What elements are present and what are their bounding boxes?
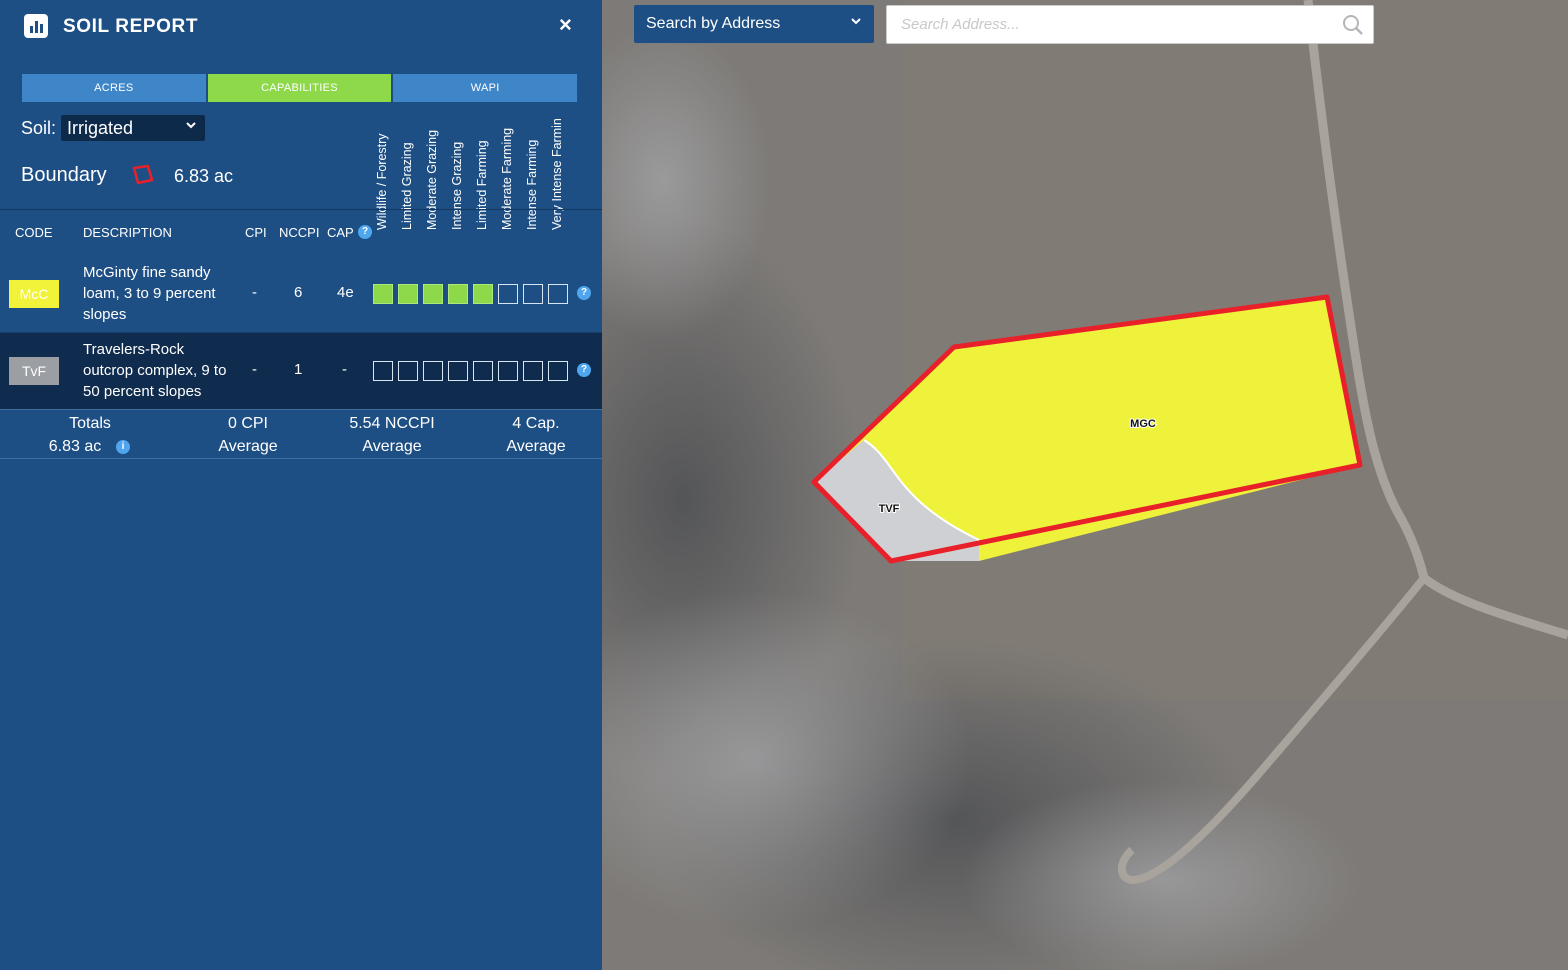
close-icon[interactable]: × [559,12,572,38]
boundary-polygon-icon [131,164,155,191]
map-canvas[interactable]: MGC TVF [602,0,1568,970]
soil-label: Soil: [21,118,57,138]
soil-description: Travelers-Rock outcrop complex, 9 to 50 … [83,341,227,400]
soil-nccpi: 1 [294,361,303,378]
capability-square-empty [548,361,568,381]
cap-help-icon[interactable]: ? [358,225,372,239]
soil-report-panel: SOIL REPORT × ACRES CAPABILITIES WAPI So… [0,0,602,970]
soil-description: McGinty fine sandy loam, 3 to 9 percent … [83,264,216,323]
tab-capabilities[interactable]: CAPABILITIES [207,74,392,102]
info-icon[interactable]: i [116,440,130,454]
address-mode-value: Search by Address [646,15,781,32]
totals-cpi-sub: Average [218,438,278,455]
capability-header: Intense Grazing [450,141,464,230]
boundary-label: Boundary [21,164,107,186]
totals-row: Totals 6.83 ac i 0 CPI Average 5.54 NCCP… [0,410,602,458]
capability-square-filled [373,284,393,304]
row-help-icon[interactable]: ? [577,286,591,300]
chevron-down-icon [185,119,197,134]
soil-cpi: - [252,284,257,301]
panel-header: SOIL REPORT × [0,0,602,52]
divider [0,209,602,210]
chevron-down-icon [850,15,862,30]
totals-label: Totals [69,415,111,432]
capability-square-filled [448,284,468,304]
capability-header: Moderate Grazing [425,129,439,230]
capability-square-filled [398,284,418,304]
bar-chart-icon [24,14,48,38]
capability-header: Limited Farming [475,140,489,230]
soil-cap: - [342,361,347,378]
boundary-acres: 6.83 ac [174,166,234,186]
capability-square-empty [373,361,393,381]
map-label-tvf: TVF [879,503,900,515]
capability-square-filled [473,284,493,304]
search-icon[interactable] [1342,14,1364,41]
map-label-mcc: MGC [1130,418,1156,430]
report-tabs: ACRES CAPABILITIES WAPI [22,74,578,102]
capability-squares [373,361,568,381]
capability-square-empty [448,361,468,381]
satellite-map[interactable]: MGC TVF Search by Address [602,0,1568,970]
capability-header: Limited Grazing [400,142,414,230]
column-header-code: CODE [15,225,53,240]
totals-cap: 4 Cap. [512,415,560,432]
soil-cap: 4e [337,284,354,301]
divider [0,409,602,410]
capability-headers: Wildlife / Forestry Limited Grazing Mode… [371,110,571,244]
soil-type-value: Irrigated [67,117,134,138]
totals-nccpi: 5.54 NCCPI [349,415,435,432]
capability-header: Wildlife / Forestry [375,133,389,230]
capability-square-empty [473,361,493,381]
capability-header: Very Intense Farmin [550,118,564,230]
totals-nccpi-sub: Average [362,438,422,455]
soil-code-badge: TvF [9,357,59,385]
capability-square-empty [523,361,543,381]
totals-cap-sub: Average [506,438,566,455]
address-search-input[interactable] [886,5,1374,44]
panel-title: SOIL REPORT [63,16,199,37]
capability-square-filled [423,284,443,304]
address-mode-select[interactable]: Search by Address [634,5,874,43]
soil-type-select[interactable]: Irrigated [61,115,205,141]
soil-row[interactable]: McC McGinty fine sandy loam, 3 to 9 perc… [0,256,602,332]
soil-row[interactable]: TvF Travelers-Rock outcrop complex, 9 to… [0,333,602,409]
capability-header: Moderate Farming [500,127,514,230]
capability-square-empty [423,361,443,381]
soil-code-badge: McC [9,280,59,308]
capability-square-empty [548,284,568,304]
tab-acres[interactable]: ACRES [22,74,206,102]
capability-square-empty [398,361,418,381]
capability-square-empty [498,284,518,304]
column-header-description: DESCRIPTION [83,225,172,240]
totals-cpi: 0 CPI [227,415,268,432]
capability-header: Intense Farming [525,139,539,230]
capability-squares [373,284,568,304]
totals-acres: 6.83 ac [48,438,102,455]
tab-wapi[interactable]: WAPI [393,74,578,102]
row-help-icon[interactable]: ? [577,363,591,377]
column-header-nccpi: NCCPI [279,225,320,240]
capability-square-empty [523,284,543,304]
soil-nccpi: 6 [294,284,303,301]
capability-square-empty [498,361,518,381]
column-header-cpi: CPI [245,225,267,240]
divider [0,458,602,459]
soil-cpi: - [252,361,257,378]
column-header-cap: CAP [327,225,354,240]
